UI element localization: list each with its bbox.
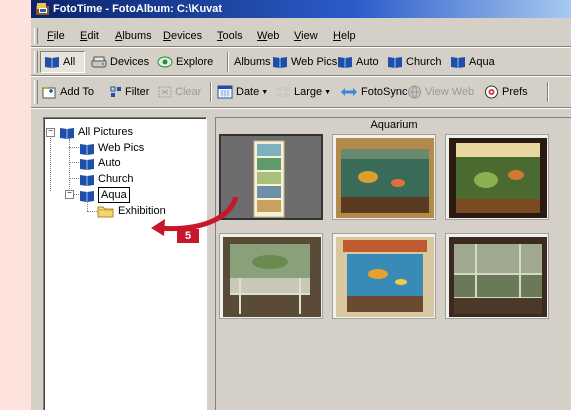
callout-arrow-icon	[151, 196, 239, 236]
app-window: FotoTime - FotoAlbum: C:\Kuvat File Edit…	[31, 0, 571, 410]
step-badge: 5	[177, 229, 199, 243]
